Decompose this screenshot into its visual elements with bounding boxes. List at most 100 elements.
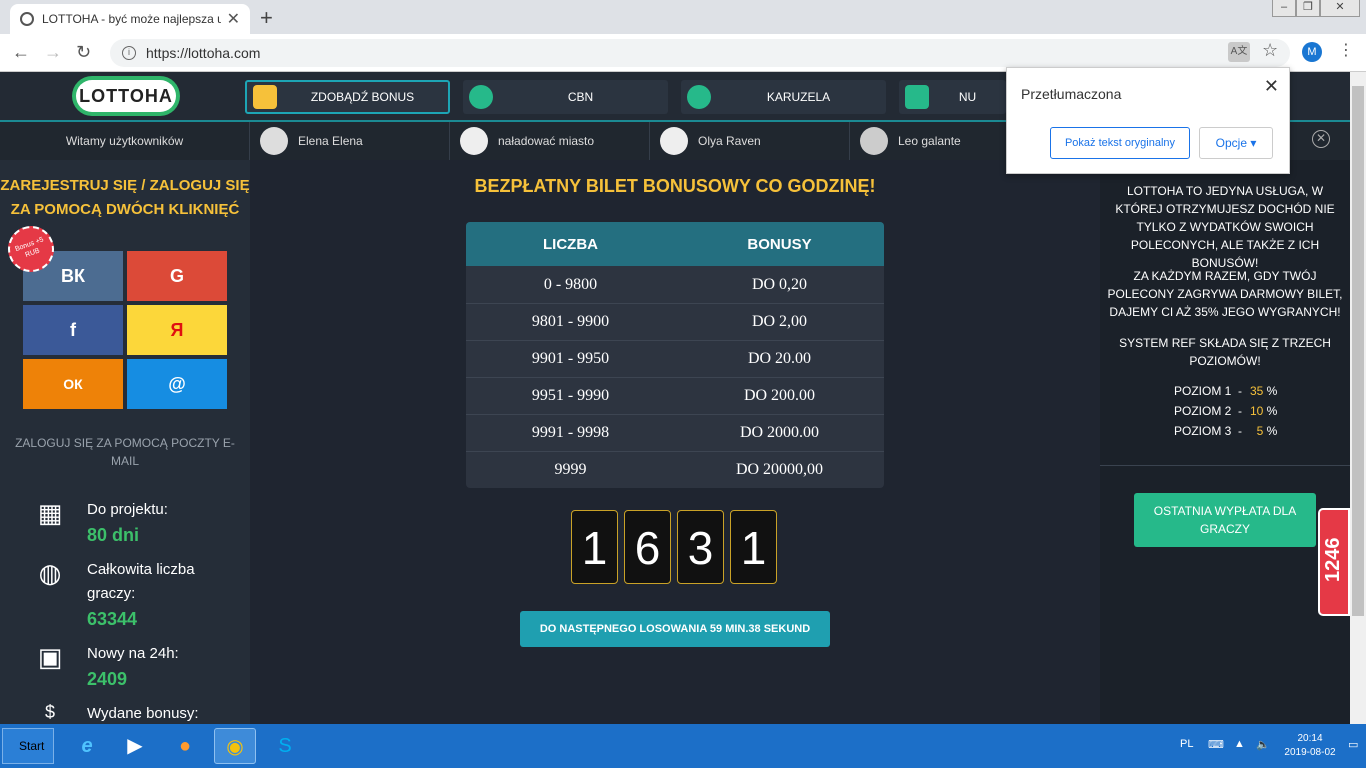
globe-icon: ◍: [38, 558, 62, 588]
cell-bonus: DO 20000,00: [735, 461, 824, 478]
level-percent: 5: [1256, 424, 1264, 438]
user-item[interactable]: Elena Elena: [250, 122, 450, 160]
nav-nu-button[interactable]: NU: [899, 80, 1006, 114]
scroll-thumb[interactable]: [1352, 86, 1364, 616]
maximize-button[interactable]: ❐: [1296, 0, 1320, 17]
facebook-login-button[interactable]: f: [23, 305, 123, 355]
bonus-title: BEZPŁATNY BILET BONUSOWY CO GODZINĘ!: [474, 176, 876, 196]
forward-icon[interactable]: →: [44, 42, 62, 63]
level-percent: 35: [1249, 384, 1264, 398]
gift-icon: [253, 85, 277, 109]
window-controls: – ❐ ✕: [1272, 0, 1360, 17]
address-bar[interactable]: i https://lottoha.com: [110, 39, 1290, 67]
clock-time: 20:14: [1297, 733, 1323, 744]
close-tab-icon[interactable]: ✕: [227, 9, 240, 29]
level-percent: 10: [1249, 404, 1264, 418]
level-label: POZIOM 2: [1174, 404, 1232, 418]
reload-icon[interactable]: ↻: [76, 42, 91, 63]
profile-avatar[interactable]: M: [1302, 42, 1322, 62]
mailru-login-button[interactable]: @: [127, 359, 227, 409]
close-icon[interactable]: ✕: [1264, 76, 1279, 97]
nav-label: NU: [958, 90, 977, 104]
bookmark-star-icon[interactable]: ☆: [1262, 40, 1278, 61]
new-tab-button[interactable]: +: [260, 5, 273, 31]
nav-cbn-button[interactable]: CBN: [463, 80, 668, 114]
level-row: POZIOM 3 - 5 %: [1174, 424, 1278, 438]
cell-bonus: DO 200.00: [743, 387, 816, 404]
user-name: naładować miasto: [498, 134, 595, 148]
cell-range: 9951 - 9990: [531, 387, 610, 404]
popup-title: Przetłumaczona: [1021, 86, 1122, 102]
close-userbar-icon[interactable]: ✕: [1312, 130, 1330, 148]
options-button[interactable]: Opcje ▾: [1199, 127, 1273, 159]
stat-label: Do projektu:: [87, 501, 168, 518]
stat-value: 63344: [87, 609, 138, 629]
skype-icon[interactable]: S: [264, 728, 306, 764]
show-desktop-icon[interactable]: ▭: [1348, 738, 1358, 751]
nav-bonus-button[interactable]: ZDOBĄDŹ BONUS: [245, 80, 450, 114]
lotto-77-icon: [905, 85, 929, 109]
user-name: Elena Elena: [298, 134, 363, 148]
show-original-button[interactable]: Pokaż tekst oryginalny: [1050, 127, 1190, 159]
level-label: POZIOM 1: [1174, 384, 1232, 398]
chrome-icon[interactable]: ◉: [214, 728, 256, 764]
user-avatar: [660, 127, 688, 155]
volume-icon[interactable]: 🔈: [1256, 738, 1270, 751]
info-icon[interactable]: i: [122, 46, 136, 60]
level-label: POZIOM 3: [1174, 424, 1232, 438]
site-logo[interactable]: LOTTOHA: [72, 76, 180, 116]
table-row: 9901 - 9950 DO 20.00: [466, 340, 884, 377]
column-header: LICZBA: [543, 235, 598, 253]
balls-icon: [469, 85, 493, 109]
table-row: 9991 - 9998 DO 2000.00: [466, 414, 884, 451]
cell-range: 9991 - 9998: [531, 424, 610, 441]
right-sidebar: LOTTOHA TO JEDYNA USŁUGA, W KTÓREJ OTRZY…: [1100, 160, 1350, 724]
stat-new: ▣ Nowy na 24h: 2409: [30, 642, 230, 692]
digit-box: 1: [730, 510, 777, 584]
menu-kebab-icon[interactable]: ⋮: [1338, 40, 1354, 60]
nav-label: CBN: [567, 90, 594, 104]
nav-carousel-button[interactable]: KARUZELA: [681, 80, 886, 114]
clock[interactable]: 20:14 2019-08-02: [1280, 732, 1340, 760]
digit-box: 1: [571, 510, 618, 584]
table-row: 0 - 9800 DO 0,20: [466, 266, 884, 303]
badge-count: 1246: [1322, 537, 1344, 583]
back-icon[interactable]: ←: [12, 42, 30, 63]
wheel-icon: [687, 85, 711, 109]
online-count-badge[interactable]: 1246: [1318, 508, 1350, 616]
user-name: Olya Raven: [698, 134, 761, 148]
email-login-link[interactable]: ZALOGUJ SIĘ ZA POMOCĄ POCZTY E-MAIL: [14, 434, 236, 470]
firefox-icon[interactable]: ●: [164, 728, 206, 764]
browser-tab[interactable]: LOTTOHA - być może najlepsza usługa ✕: [10, 4, 250, 34]
referral-text-3: SYSTEM REF SKŁADA SIĘ Z TRZECH POZIOMÓW!: [1119, 336, 1331, 368]
media-player-icon[interactable]: ▶: [114, 728, 156, 764]
user-item[interactable]: Leo galante: [850, 122, 1010, 160]
language-indicator[interactable]: PL: [1180, 738, 1193, 750]
nav-label: KARUZELA: [766, 90, 831, 104]
digit-box: 3: [677, 510, 724, 584]
internet-explorer-icon[interactable]: e: [66, 728, 108, 764]
user-avatar: [860, 127, 888, 155]
tray-arrow-icon[interactable]: ▲: [1234, 738, 1245, 750]
google-login-button[interactable]: G: [127, 251, 227, 301]
close-window-button[interactable]: ✕: [1320, 0, 1360, 17]
register-title: ZAREJESTRUJ SIĘ / ZALOGUJ SIĘ ZA POMOCĄ …: [0, 177, 250, 218]
yandex-login-button[interactable]: Я: [127, 305, 227, 355]
page-scrollbar[interactable]: [1350, 72, 1366, 724]
last-payout-button[interactable]: OSTATNIA WYPŁATA DLA GRACZY: [1134, 493, 1316, 547]
user-item[interactable]: Olya Raven: [650, 122, 850, 160]
minimize-button[interactable]: –: [1272, 0, 1296, 17]
referral-text-2: ZA KAŻDYM RAZEM, GDY TWÓJ POLECONY ZAGRY…: [1107, 269, 1343, 319]
translate-icon[interactable]: A文: [1228, 42, 1250, 62]
odnoklassniki-login-button[interactable]: ОК: [23, 359, 123, 409]
url-text: https://lottoha.com: [146, 45, 261, 61]
cell-bonus: DO 2,00: [751, 313, 808, 330]
user-item[interactable]: naładować miasto: [450, 122, 650, 160]
cell-range: 9801 - 9900: [531, 313, 610, 330]
translate-popup: Przetłumaczona ✕ Pokaż tekst oryginalny …: [1006, 67, 1290, 174]
start-button[interactable]: Start: [2, 728, 54, 764]
tab-title: LOTTOHA - być może najlepsza usługa: [42, 12, 221, 26]
next-draw-button[interactable]: DO NASTĘPNEGO LOSOWANIA 59 MIN.38 SEKUND: [520, 611, 830, 647]
table-row: 9999 DO 20000,00: [466, 451, 884, 488]
keyboard-icon[interactable]: ⌨: [1208, 738, 1224, 751]
